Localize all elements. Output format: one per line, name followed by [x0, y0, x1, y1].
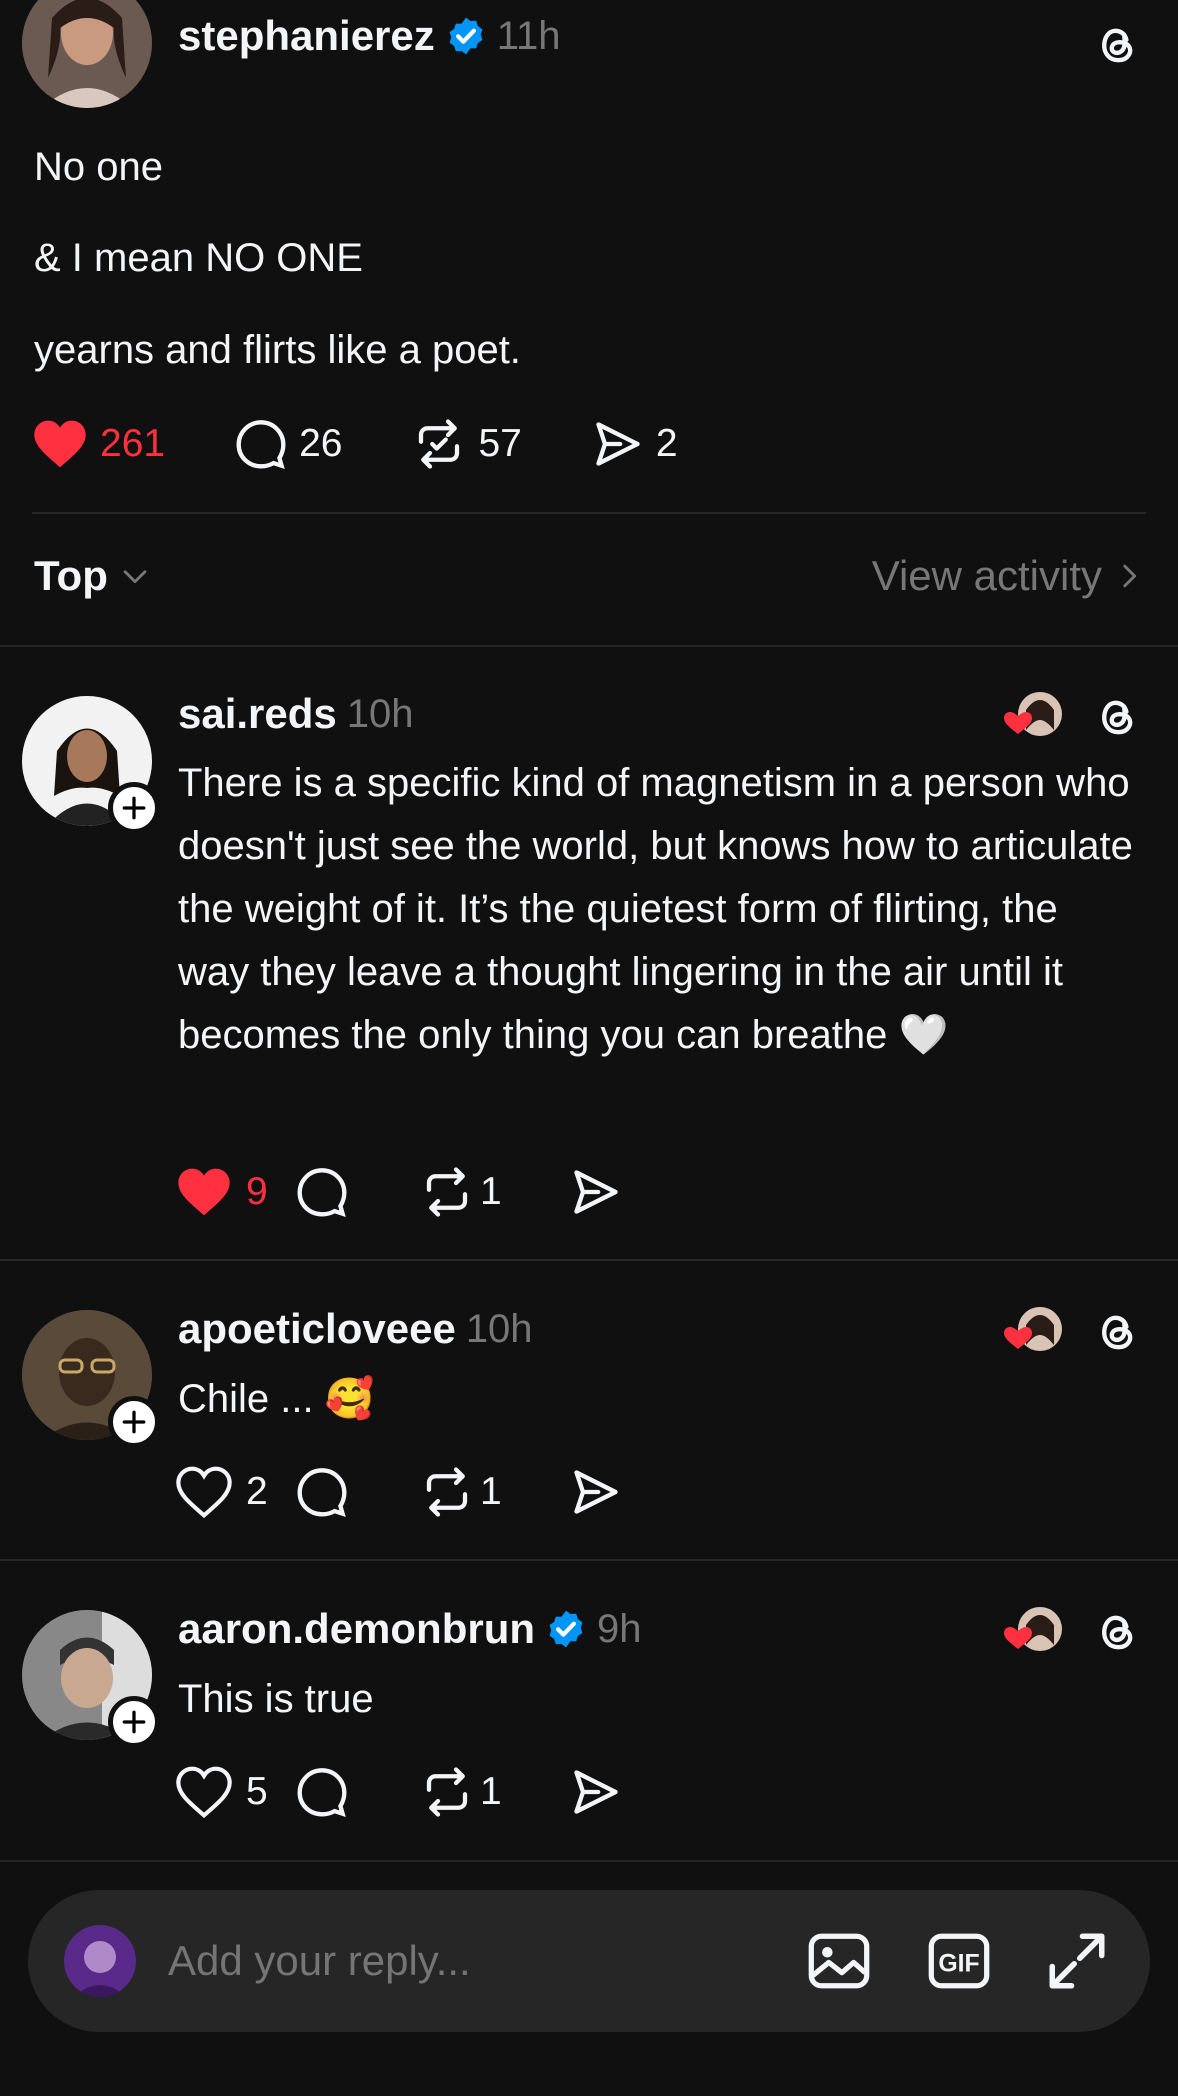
share-button[interactable]: [570, 1166, 622, 1218]
like-button[interactable]: 9: [176, 1166, 296, 1218]
comment-icon: [297, 1168, 347, 1217]
like-button[interactable]: 5: [176, 1766, 296, 1818]
divider: [32, 512, 1146, 514]
share-button[interactable]: [570, 1466, 622, 1518]
svg-text:GIF: GIF: [938, 1951, 979, 1978]
comment-button[interactable]: 26: [235, 418, 342, 470]
reply-username[interactable]: sai.reds: [178, 690, 337, 738]
image-icon[interactable]: [804, 1926, 874, 1996]
follow-button[interactable]: [108, 1696, 160, 1748]
heart-icon: [176, 1466, 232, 1518]
comment-count: 26: [299, 422, 343, 465]
follow-button[interactable]: [108, 782, 160, 834]
reply-composer: GIF: [28, 1890, 1150, 2032]
plus-icon: [122, 1410, 146, 1434]
reply-header: sai.reds 10h: [178, 690, 414, 738]
post-author-avatar[interactable]: [22, 0, 152, 108]
share-button[interactable]: 2: [592, 418, 678, 470]
expand-icon[interactable]: [1044, 1928, 1110, 1994]
divider: [0, 645, 1178, 647]
reply-input[interactable]: [166, 1936, 804, 1986]
reply-text: This is true: [178, 1677, 374, 1721]
comment-button[interactable]: [296, 1166, 420, 1218]
share-icon: [574, 1770, 618, 1814]
threads-logo-icon[interactable]: [1092, 18, 1142, 68]
share-icon: [596, 422, 640, 466]
divider: [0, 1559, 1178, 1561]
repost-button[interactable]: 1: [420, 1465, 570, 1519]
follow-button[interactable]: [108, 1396, 160, 1448]
like-button[interactable]: 261: [32, 418, 165, 470]
post-username[interactable]: stephanierez: [178, 12, 435, 60]
reply-time: 9h: [597, 1606, 642, 1651]
heart-icon: [178, 1168, 230, 1216]
like-button[interactable]: 2: [176, 1466, 296, 1518]
chevron-right-icon: [1123, 564, 1137, 588]
plus-icon: [122, 796, 146, 820]
post-header: stephanierez 11h: [178, 12, 561, 60]
reply-text: There is a specific kind of magnetism in…: [178, 761, 1133, 1057]
sort-dropdown[interactable]: Top: [34, 552, 152, 600]
reply-actions: 9 1: [176, 1162, 622, 1222]
comment-icon: [297, 1468, 347, 1517]
threads-logo-icon[interactable]: [1092, 1605, 1142, 1655]
repost-count: 1: [480, 1770, 502, 1813]
share-icon: [574, 1470, 618, 1514]
reply-header: apoeticloveee 10h: [178, 1305, 533, 1353]
repost-count: 1: [480, 1170, 502, 1213]
reply-actions: 5 1: [176, 1762, 622, 1822]
like-count: 261: [100, 422, 166, 465]
repost-button[interactable]: 1: [420, 1165, 570, 1219]
repost-button[interactable]: 1: [420, 1765, 570, 1819]
repost-count: 1: [480, 1470, 502, 1513]
author-liked-icon: [1004, 1607, 1062, 1651]
comment-icon: [236, 420, 286, 469]
repost-icon: [426, 1467, 468, 1517]
verified-badge-icon: [549, 1610, 583, 1648]
divider: [0, 1259, 1178, 1261]
reply-header: aaron.demonbrun 9h: [178, 1605, 642, 1653]
current-user-avatar: [64, 1925, 136, 1997]
post-line-3: yearns and flirts like a poet.: [34, 328, 521, 372]
reply-text: Chile ... 🥰: [178, 1377, 375, 1421]
author-liked-icon: [1004, 692, 1062, 736]
share-count: 2: [655, 422, 678, 465]
like-count: 5: [246, 1770, 268, 1813]
plus-icon: [122, 1710, 146, 1734]
comment-button[interactable]: [296, 1766, 420, 1818]
gif-icon[interactable]: GIF: [924, 1926, 994, 1996]
reply-time: 10h: [346, 691, 414, 736]
comment-icon: [297, 1768, 347, 1817]
heart-icon: [34, 420, 86, 468]
author-liked-icon: [1004, 1307, 1062, 1351]
heart-icon: [176, 1766, 232, 1818]
reply-actions: 2 1: [176, 1462, 622, 1522]
repost-button[interactable]: 57: [412, 417, 522, 471]
repost-icon: [426, 1167, 468, 1217]
reply-username[interactable]: apoeticloveee: [178, 1305, 456, 1353]
reply-time: 10h: [465, 1306, 533, 1351]
like-count: 9: [246, 1170, 268, 1213]
post-line-1: No one: [34, 145, 163, 189]
verified-badge-icon: [449, 17, 483, 55]
share-icon: [574, 1170, 618, 1214]
like-count: 2: [246, 1470, 268, 1513]
share-button[interactable]: [570, 1766, 622, 1818]
comment-button[interactable]: [296, 1466, 420, 1518]
post-line-2: & I mean NO ONE: [34, 236, 363, 280]
post-actions: 261 26 57 2: [32, 414, 678, 474]
repost-count: 57: [478, 422, 522, 465]
repost-icon: [426, 1767, 468, 1817]
reply-username[interactable]: aaron.demonbrun: [178, 1605, 535, 1653]
chevron-down-icon: [123, 570, 147, 584]
view-activity-label: View activity: [871, 552, 1102, 599]
repost-icon: [419, 419, 460, 469]
sort-label: Top: [34, 552, 108, 599]
view-activity-link[interactable]: View activity: [872, 552, 1146, 600]
post-time: 11h: [496, 13, 561, 58]
threads-logo-icon[interactable]: [1092, 1305, 1142, 1355]
threads-logo-icon[interactable]: [1092, 690, 1142, 740]
divider: [0, 1860, 1178, 1862]
